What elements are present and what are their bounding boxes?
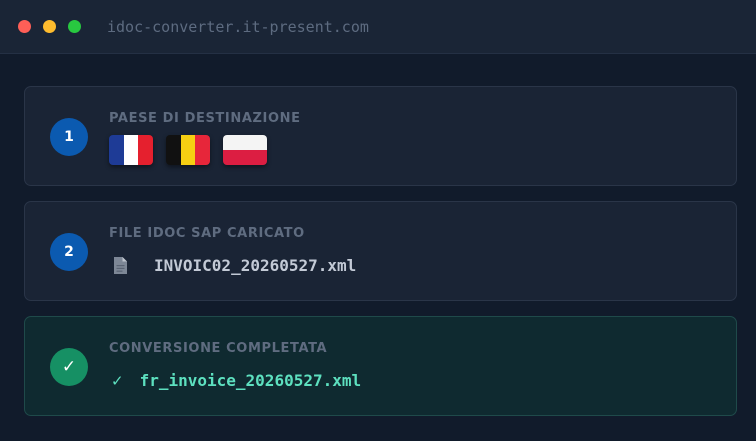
step-number-badge: 2 — [50, 233, 88, 271]
step-label: FILE IDOC SAP CARICATO — [109, 226, 305, 241]
step-label: CONVERSIONE COMPLETATA — [109, 341, 328, 356]
browser-window: idoc-converter.it-present.com 1 PAESE DI… — [0, 0, 756, 441]
url-text: idoc-converter.it-present.com — [107, 17, 369, 36]
france-flag[interactable] — [109, 135, 153, 165]
document-icon — [114, 257, 127, 274]
step-uploaded-file: 2 FILE IDOC SAP CARICATO INVOIC02_202605… — [24, 201, 737, 301]
poland-flag[interactable] — [223, 135, 267, 165]
close-window-button[interactable] — [18, 20, 31, 33]
country-flags — [109, 135, 280, 165]
maximize-window-button[interactable] — [68, 20, 81, 33]
uploaded-file: INVOIC02_20260527.xml — [114, 256, 356, 275]
step-label: PAESE DI DESTINAZIONE — [109, 111, 301, 126]
step-destination-country: 1 PAESE DI DESTINAZIONE — [24, 86, 737, 186]
uploaded-filename: INVOIC02_20260527.xml — [154, 256, 357, 275]
check-icon: ✓ — [111, 371, 124, 390]
minimize-window-button[interactable] — [43, 20, 56, 33]
step-conversion-complete: ✓ CONVERSIONE COMPLETATA ✓ fr_invoice_20… — [24, 316, 737, 416]
checkmark-badge-icon: ✓ — [50, 348, 88, 386]
belgium-flag[interactable] — [166, 135, 210, 165]
title-bar: idoc-converter.it-present.com — [0, 0, 756, 54]
step-number-badge: 1 — [50, 118, 88, 156]
converted-file[interactable]: ✓ fr_invoice_20260527.xml — [111, 371, 361, 390]
converted-filename[interactable]: fr_invoice_20260527.xml — [140, 371, 362, 390]
